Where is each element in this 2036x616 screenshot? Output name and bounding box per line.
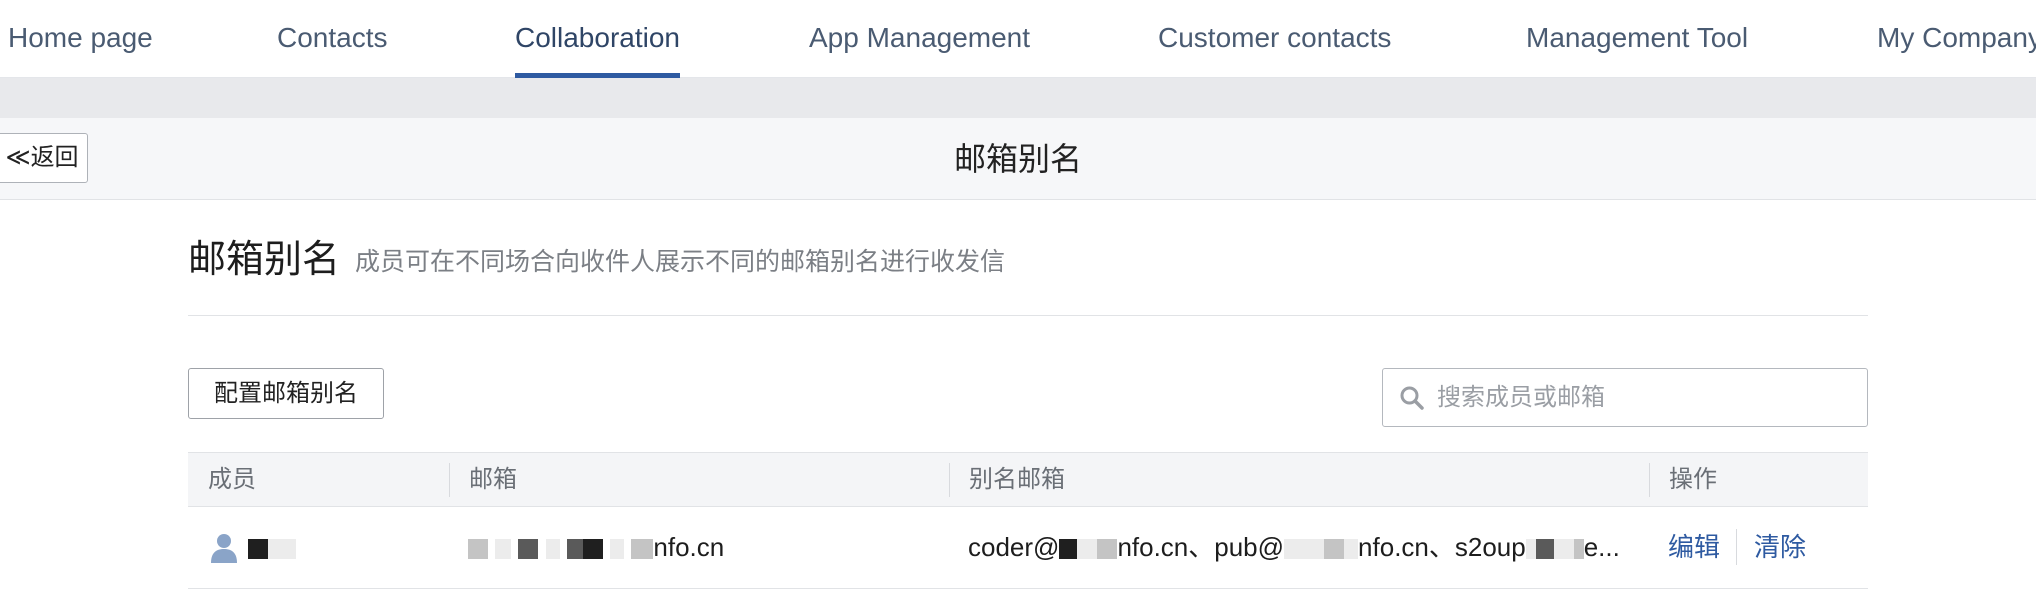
alias-email-4: e... — [1583, 532, 1620, 562]
table-header: 成员 邮箱 别名邮箱 操作 — [188, 452, 1868, 507]
column-header-member: 成员 — [208, 466, 256, 493]
divider-strip — [0, 78, 2036, 118]
section-title: 邮箱别名 — [188, 239, 341, 281]
edit-link[interactable]: 编辑 — [1668, 507, 1728, 588]
alias-emails: coder@ nfo.cn、pub@ nfo.cn、s2oup e... — [968, 507, 1638, 588]
page-title: 邮箱别名 — [953, 141, 1082, 177]
column-header-alias-email: 别名邮箱 — [949, 453, 1065, 506]
clear-link[interactable]: 清除 — [1754, 507, 1814, 588]
column-header-email: 邮箱 — [449, 453, 517, 506]
section-description: 成员可在不同场合向收件人展示不同的邮箱别名进行收发信 — [355, 248, 1006, 276]
user-icon — [211, 534, 237, 563]
email-domain: nfo.cn — [653, 532, 725, 562]
search-input[interactable] — [1437, 369, 1857, 426]
member-email: nfo.cn — [468, 507, 928, 588]
search-box[interactable] — [1382, 368, 1868, 427]
nav-tab-app-management[interactable]: App Management — [809, 0, 1030, 78]
table-row: nfo.cn coder@ nfo.cn、pub@ nfo.cn、s2oup e...… — [188, 507, 1868, 589]
nav-tab-contacts[interactable]: Contacts — [277, 0, 388, 78]
nav-tab-customer-contacts[interactable]: Customer contacts — [1158, 0, 1391, 78]
nav-tab-collaboration[interactable]: Collaboration — [515, 0, 680, 78]
column-header-actions: 操作 — [1649, 453, 1717, 506]
action-divider — [1736, 529, 1737, 565]
member-name — [248, 507, 448, 588]
nav-tab-management-tool[interactable]: Management Tool — [1526, 0, 1748, 78]
sub-header: ≪返回 邮箱别名 — [0, 118, 2036, 200]
nav-tab-home-page[interactable]: Home page — [8, 0, 153, 78]
configure-alias-button[interactable]: 配置邮箱别名 — [188, 368, 384, 419]
alias-email-1: coder@ — [968, 532, 1060, 562]
top-navigation: Home page Contacts Collaboration App Man… — [0, 0, 2036, 78]
nav-tab-my-company[interactable]: My Company — [1877, 0, 2036, 78]
search-icon — [1400, 386, 1424, 410]
alias-table: 成员 邮箱 别名邮箱 操作 nfo.cn coder@ nfo.cn、pub@ nf… — [188, 452, 1868, 589]
section-header: 邮箱别名 成员可在不同场合向收件人展示不同的邮箱别名进行收发信 — [188, 228, 1868, 316]
alias-email-2: nfo.cn、pub@ — [1117, 532, 1285, 562]
alias-email-3: nfo.cn、s2oup — [1358, 532, 1526, 562]
